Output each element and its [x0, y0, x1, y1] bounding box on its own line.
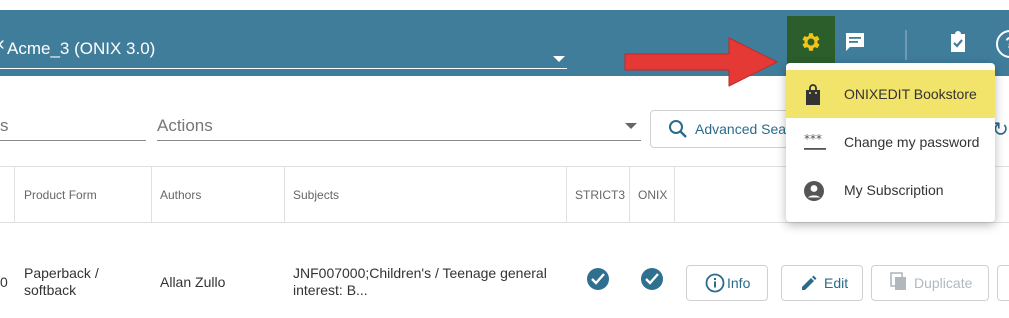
settings-button[interactable] — [787, 16, 835, 66]
check-circle-icon — [645, 273, 659, 285]
info-label: Info — [727, 275, 751, 291]
column-header-strict3[interactable]: STRICT3 — [575, 188, 625, 202]
top-strip — [0, 0, 1009, 10]
column-divider — [151, 167, 152, 222]
header-divider — [905, 30, 907, 60]
settings-menu: ONIXEDIT Bookstore *** Change my passwor… — [786, 63, 995, 222]
info-button[interactable]: Info — [686, 265, 768, 301]
column-header-authors[interactable]: Authors — [160, 188, 201, 202]
column-divider — [566, 167, 567, 222]
column-header-product-form[interactable]: Product Form — [24, 188, 97, 202]
column-divider — [14, 167, 15, 222]
search-input[interactable]: s — [0, 110, 146, 141]
account-circle-icon — [804, 181, 824, 201]
menu-item-label: My Subscription — [844, 182, 944, 198]
duplicate-button[interactable]: Duplicate — [871, 265, 989, 301]
pencil-icon — [802, 275, 817, 290]
table-header-bottom-line — [0, 222, 1009, 223]
menu-item-label: ONIXEDIT Bookstore — [844, 86, 977, 102]
help-button[interactable]: ? — [996, 30, 1009, 58]
svg-text:***: *** — [804, 132, 822, 146]
cell-product-form: Paperback / softback — [24, 265, 99, 298]
strict3-valid-check — [587, 268, 609, 290]
catalog-caret-left: ‹ — [0, 33, 5, 56]
gear-icon — [802, 33, 820, 51]
edit-button[interactable]: Edit — [781, 265, 863, 301]
search-icon — [669, 120, 687, 138]
actions-select[interactable]: Actions — [157, 110, 641, 141]
duplicate-label: Duplicate — [914, 275, 973, 291]
column-header-subjects[interactable]: Subjects — [293, 188, 339, 202]
catalog-select[interactable]: ‹ Acme_3 (ONIX 3.0) — [0, 28, 567, 69]
onix-valid-check — [641, 268, 663, 290]
chevron-down-icon — [625, 123, 637, 129]
red-arrow-annotation — [624, 37, 778, 87]
column-divider — [629, 167, 630, 222]
search-placeholder: s — [0, 116, 9, 135]
catalog-label: Acme_3 (ONIX 3.0) — [7, 39, 156, 58]
column-header-onix[interactable]: ONIX — [638, 188, 667, 202]
row-leading-fragment: 0 — [0, 274, 8, 290]
advanced-search-label: Advanced Sear — [695, 121, 791, 137]
password-icon: *** — [804, 132, 826, 150]
more-button[interactable] — [997, 265, 1009, 301]
info-icon — [705, 273, 725, 293]
check-circle-icon — [591, 273, 605, 285]
comment-icon — [846, 33, 864, 51]
menu-item-change-password[interactable]: *** Change my password — [786, 118, 995, 166]
edit-label: Edit — [824, 275, 849, 291]
help-icon: ? — [1005, 35, 1009, 52]
column-divider — [674, 167, 675, 222]
actions-label: Actions — [157, 116, 213, 135]
tasks-button[interactable] — [946, 30, 970, 59]
clipboard-check-icon — [951, 31, 965, 52]
shopping-bag-icon — [806, 84, 820, 105]
menu-item-onixedit-bookstore[interactable]: ONIXEDIT Bookstore — [786, 70, 995, 118]
copy-icon — [890, 272, 906, 290]
cell-authors: Allan Zullo — [160, 274, 226, 290]
column-divider — [284, 167, 285, 222]
cell-subjects: JNF007000;Children's / Teenage general i… — [293, 265, 547, 298]
menu-item-label: Change my password — [844, 134, 980, 150]
messages-button[interactable] — [843, 30, 867, 59]
chevron-down-icon — [553, 56, 565, 62]
menu-item-my-subscription[interactable]: My Subscription — [786, 166, 995, 214]
